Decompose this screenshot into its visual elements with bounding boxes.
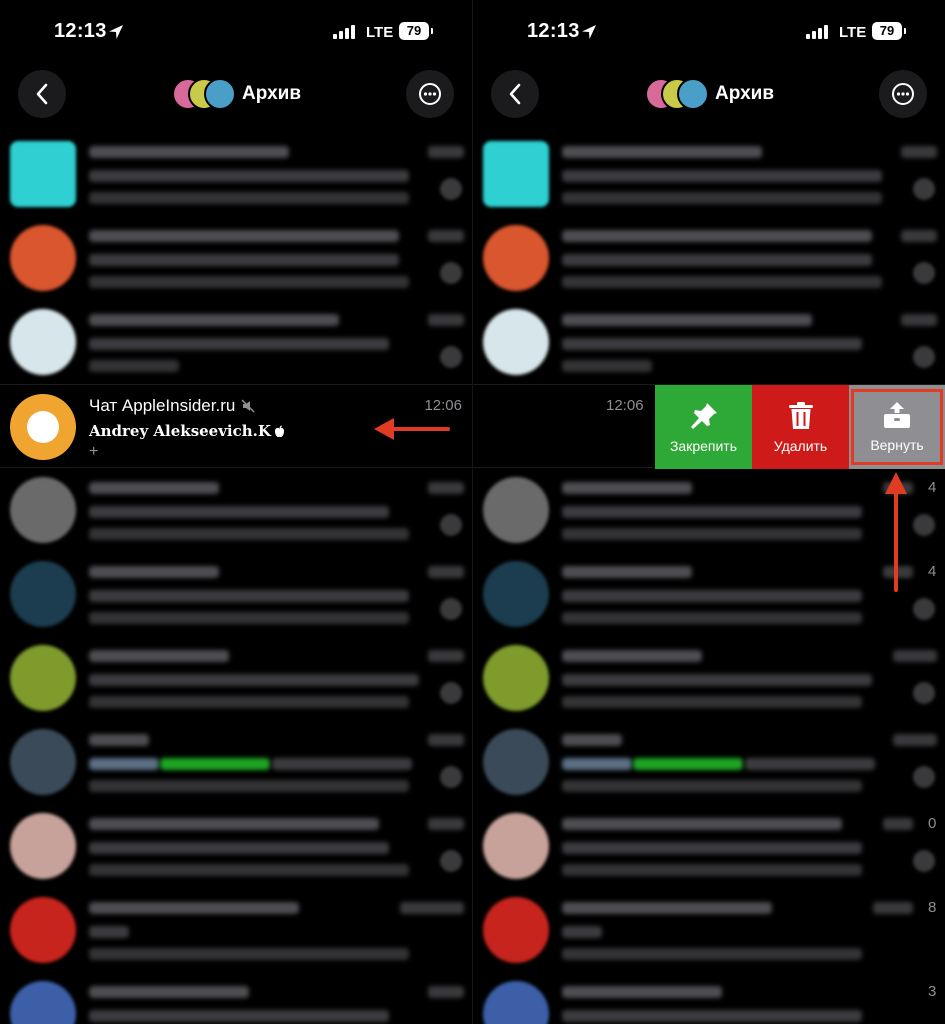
chat-time: 12:06 [424,397,462,414]
phone-screen-left: 12:13 LTE 79 Архив Чат AppleInsider.ru 1… [0,0,472,1024]
return-button[interactable]: Вернуть [849,385,945,469]
page-title: Архив [715,83,775,104]
edge-digit: 4 [928,479,937,496]
edge-digit: 4 [928,563,937,580]
avatar [483,225,549,291]
list-item[interactable] [0,888,472,972]
chevron-left-icon [36,83,48,105]
avatar [483,897,549,963]
avatar [10,729,76,795]
avatar [10,394,76,460]
list-item[interactable] [473,720,945,804]
status-bar: 12:13 LTE 79 [0,0,472,64]
battery-icon: 79 [399,22,433,40]
avatar [10,561,76,627]
avatar [483,813,549,879]
back-button[interactable] [491,70,539,118]
network-label: LTE [839,24,867,41]
list-item[interactable] [0,804,472,888]
pin-icon [690,402,717,429]
list-item[interactable]: 3 [473,972,945,1024]
avatar [10,645,76,711]
list-item[interactable] [473,216,945,300]
phone-screen-right: 12:13 LTE 79 Архив 12:06 Закрепить Удали… [473,0,945,1024]
status-time: 12:13 [527,20,580,42]
edge-digit: 3 [928,983,937,1000]
apple-logo-icon [274,425,284,437]
list-item[interactable] [0,552,472,636]
list-item[interactable]: 0 [473,804,945,888]
ellipsis-icon [892,83,914,105]
avatar [10,309,76,375]
avatar [483,141,549,207]
chat-title: Чат AppleInsider.ru [89,396,236,415]
delete-button[interactable]: Удалить [752,385,849,469]
page-title: Архив [242,83,302,104]
archive-avatars [645,78,709,110]
nav-bar: Архив [473,70,945,118]
avatar [483,477,549,543]
location-arrow-icon [109,25,123,39]
list-item[interactable]: 4 [473,552,945,636]
list-item[interactable] [0,132,472,216]
highlight-box [851,389,943,465]
avatar [10,225,76,291]
avatar [483,645,549,711]
back-button[interactable] [18,70,66,118]
nav-bar: Архив [0,70,472,118]
location-arrow-icon [582,25,596,39]
pin-button[interactable]: Закрепить [655,385,752,469]
chat-sender: Andrey Alekseevich.K [89,422,271,440]
avatar [483,561,549,627]
avatar [483,981,549,1024]
ellipsis-icon [419,83,441,105]
chat-time: 12:06 [606,397,644,414]
chat-row-swiped[interactable]: 12:06 Закрепить Удалить Вернуть [473,384,945,469]
list-item[interactable] [0,216,472,300]
archive-avatars [172,78,236,110]
annotation-arrow-up [885,472,907,592]
edge-digit: 8 [928,899,937,916]
list-item[interactable] [0,468,472,552]
muted-icon [241,399,255,413]
avatar [483,729,549,795]
avatar [10,141,76,207]
annotation-arrow-left [374,418,450,440]
chat-preview: + [89,443,99,460]
signal-icon [806,25,830,39]
list-item[interactable] [0,300,472,384]
battery-icon: 79 [872,22,906,40]
network-label: LTE [366,24,394,41]
pin-label: Закрепить [669,437,738,454]
avatar [10,813,76,879]
edge-digit: 0 [928,815,937,832]
delete-label: Удалить [773,437,828,454]
list-item[interactable] [473,132,945,216]
more-button[interactable] [406,70,454,118]
more-button[interactable] [879,70,927,118]
signal-icon [333,25,357,39]
avatar [483,309,549,375]
trash-icon [788,401,813,429]
list-item[interactable] [473,636,945,720]
list-item[interactable] [0,636,472,720]
list-item[interactable]: 8 [473,888,945,972]
swipe-actions: Закрепить Удалить Вернуть [655,385,945,469]
list-item[interactable] [473,300,945,384]
list-item[interactable] [0,720,472,804]
chevron-left-icon [509,83,521,105]
status-time: 12:13 [54,20,107,42]
avatar [10,897,76,963]
avatar [10,477,76,543]
avatar [10,981,76,1024]
list-item[interactable] [0,972,472,1024]
list-item[interactable]: 4 [473,468,945,552]
status-bar: 12:13 LTE 79 [473,0,945,64]
